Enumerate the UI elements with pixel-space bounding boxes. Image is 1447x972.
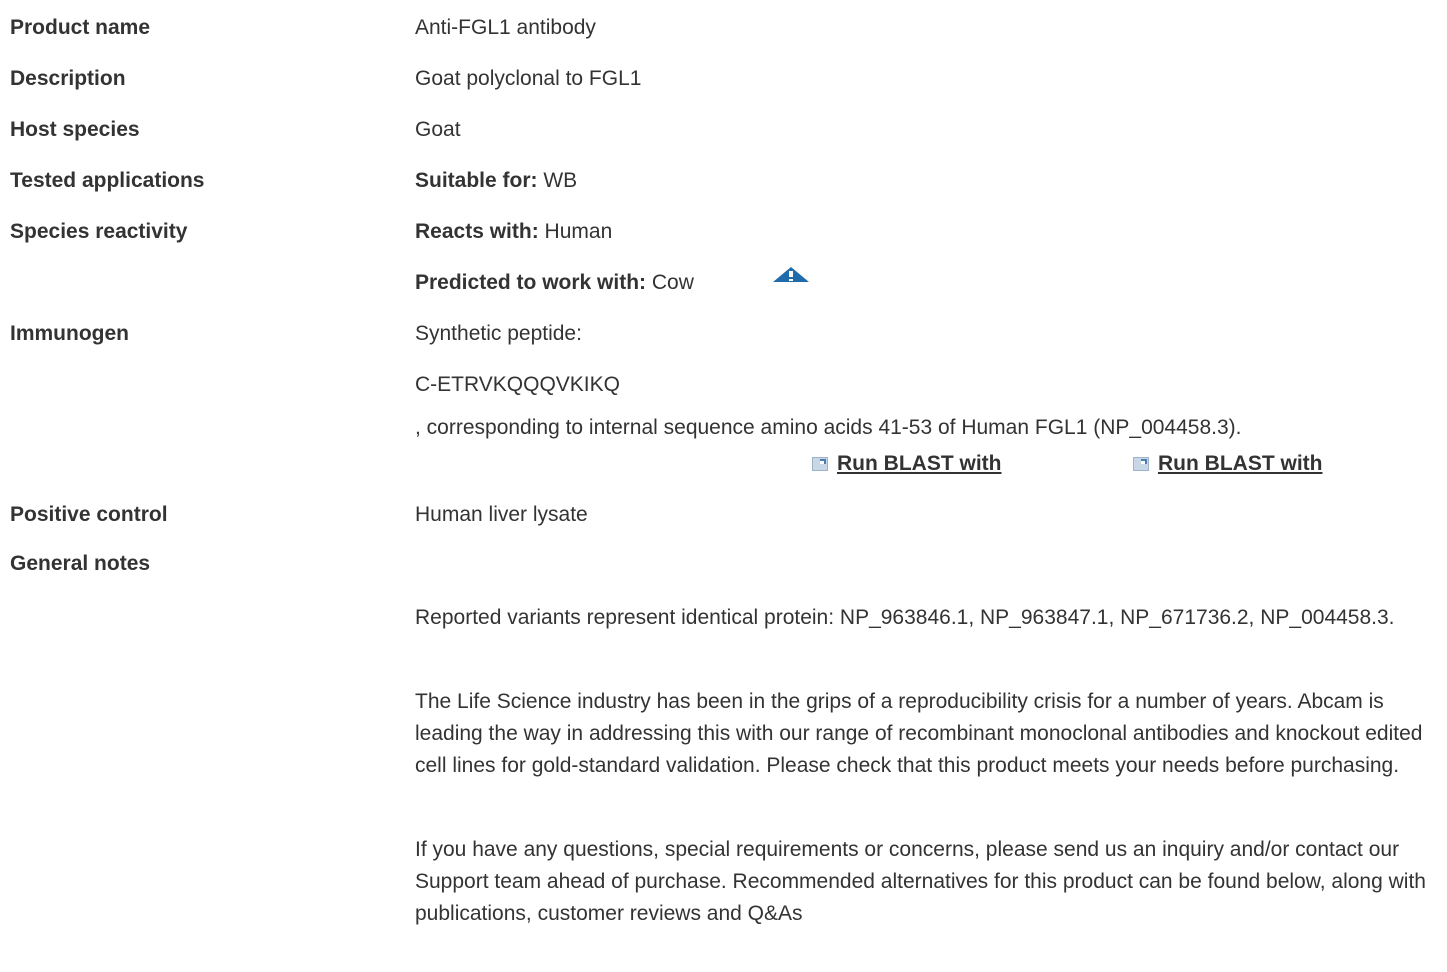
reacts-with-prefix: Reacts with: xyxy=(415,220,539,243)
description-value: Goat polyclonal to FGL1 xyxy=(415,67,642,90)
general-notes-paragraph-3: If you have any questions, special requi… xyxy=(415,838,1426,925)
reacts-with-value: Human xyxy=(544,220,613,243)
suitable-for-prefix: Suitable for: xyxy=(415,169,538,192)
general-notes-label: General notes xyxy=(10,552,151,575)
run-blast-link-1-text: Run BLAST with xyxy=(837,452,1002,475)
description-label: Description xyxy=(10,67,126,90)
suitable-for-value: WB xyxy=(543,169,578,192)
immunogen-line-1: Synthetic peptide: xyxy=(415,322,582,345)
host-species-value: Goat xyxy=(415,118,461,141)
predicted-prefix: Predicted to work with: xyxy=(415,271,647,294)
general-notes-paragraph-1: Reported variants represent identical pr… xyxy=(415,606,1395,629)
tested-applications-value: Suitable for: WB xyxy=(415,169,577,193)
external-link-icon xyxy=(1133,457,1149,471)
positive-control-label: Positive control xyxy=(10,503,168,526)
general-notes-paragraph-2: The Life Science industry has been in th… xyxy=(415,690,1423,777)
reacts-with-line: Reacts with: Human xyxy=(415,220,612,244)
predicted-to-work-line: Predicted to work with: Cow xyxy=(415,271,694,295)
species-reactivity-label: Species reactivity xyxy=(10,220,188,243)
immunogen-sequence: C-ETRVKQQQVKIKQ xyxy=(415,373,620,396)
run-blast-link-2-text: Run BLAST with xyxy=(1158,452,1323,475)
run-blast-link-2[interactable]: Run BLAST with xyxy=(1133,452,1322,476)
run-blast-link-1[interactable]: Run BLAST with xyxy=(812,452,1001,476)
product-name-label: Product name xyxy=(10,16,151,39)
immunogen-line-3: , corresponding to internal sequence ami… xyxy=(415,416,1242,439)
external-link-icon xyxy=(812,457,828,471)
warning-triangle-dot xyxy=(789,279,793,281)
host-species-label: Host species xyxy=(10,118,140,141)
predicted-value: Cow xyxy=(651,271,694,294)
tested-applications-label: Tested applications xyxy=(10,169,205,192)
product-name-value: Anti-FGL1 antibody xyxy=(415,16,596,39)
positive-control-value: Human liver lysate xyxy=(415,503,588,526)
immunogen-label: Immunogen xyxy=(10,322,129,345)
